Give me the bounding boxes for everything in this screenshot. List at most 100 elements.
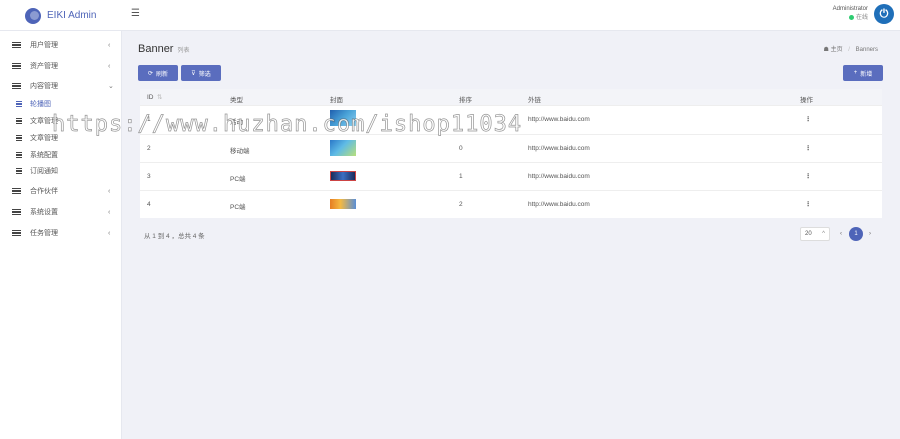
row-link[interactable]: http://www.baidu.com	[528, 145, 590, 152]
sidebar-item-label: 资产管理	[30, 63, 58, 70]
add-label: 新增	[860, 71, 873, 78]
banner-table: ID ⇅ 类型 封面 排序 外链 操作 1 活动 http://www.baid…	[140, 89, 882, 218]
user-name: Administrator	[832, 6, 868, 12]
breadcrumb-separator: /	[848, 47, 850, 53]
page-title: Banner 列表	[138, 43, 190, 55]
logo-icon	[25, 7, 41, 24]
chevron-left-icon: ‹	[108, 41, 111, 49]
page-size-select[interactable]: 20 ^	[800, 227, 830, 241]
list-icon	[12, 41, 21, 49]
list-icon	[12, 208, 21, 216]
sidebar-item-users[interactable]: 用户管理 ‹	[0, 38, 122, 52]
sidebar-item-system[interactable]: 系统设置 ‹	[0, 205, 122, 219]
list-icon	[16, 117, 22, 125]
row-link[interactable]: http://www.baidu.com	[528, 116, 590, 123]
sidebar-item-label: 用户管理	[30, 42, 58, 49]
page-subtitle: 列表	[177, 48, 190, 54]
list-icon	[12, 187, 21, 195]
more-actions-icon[interactable]: ⋮	[805, 200, 812, 208]
row-type: 移动端	[230, 148, 250, 155]
col-type: 类型	[230, 97, 243, 104]
user-status: 在线	[855, 15, 868, 21]
sidebar: 用户管理 ‹ 资产管理 ‹ 内容管理 ⌄ 轮播图 文章管理 文章管理 系统配置 …	[0, 31, 122, 439]
list-icon	[16, 134, 22, 142]
app-title: EIKI Admin	[47, 10, 97, 21]
card-icon	[12, 229, 21, 237]
sidebar-item-label: 系统设置	[30, 209, 58, 216]
chevron-left-icon: ‹	[108, 229, 111, 237]
row-id: 4	[147, 201, 151, 208]
sort-icon[interactable]: ⇅	[157, 93, 162, 101]
table-row: 3 PC端 1 http://www.baidu.com ⋮	[140, 162, 882, 190]
logo[interactable]: EIKI Admin	[0, 0, 123, 31]
chevron-left-icon: ‹	[108, 62, 111, 70]
row-sort: 2	[459, 201, 463, 208]
user-info[interactable]: Administrator 在线	[833, 5, 868, 23]
filter-icon: ⊽	[191, 70, 196, 77]
more-actions-icon[interactable]: ⋮	[805, 144, 812, 152]
prev-page-button[interactable]: ‹	[834, 227, 848, 241]
refresh-label: 刷新	[156, 71, 169, 78]
sidebar-item-config[interactable]: 系统配置	[0, 148, 122, 162]
list-icon	[12, 82, 21, 90]
cover-thumbnail[interactable]	[330, 199, 356, 209]
refresh-icon: ⟳	[147, 70, 153, 77]
chevron-up-icon: ^	[822, 231, 825, 237]
more-actions-icon[interactable]: ⋮	[805, 115, 812, 123]
top-bar: EIKI Admin ☰ Administrator 在线 ⏻	[0, 0, 900, 31]
list-icon	[12, 62, 21, 70]
sidebar-item-label: 内容管理	[30, 83, 58, 90]
sidebar-item-label: 任务管理	[30, 230, 58, 237]
sidebar-item-label: 系统配置	[30, 152, 58, 159]
col-link: 外链	[528, 97, 541, 104]
breadcrumb: ☗ 主页 / Banners	[824, 44, 878, 53]
row-link[interactable]: http://www.baidu.com	[528, 173, 590, 180]
table-header: ID ⇅ 类型 封面 排序 外链 操作	[140, 89, 882, 105]
pagination-summary: 从 1 到 4 ，总共 4 条	[144, 233, 205, 240]
filter-button[interactable]: ⊽ 筛选	[181, 65, 221, 81]
col-sort: 排序	[459, 97, 472, 104]
row-sort: 0	[459, 145, 463, 152]
cover-thumbnail[interactable]	[330, 171, 356, 181]
more-actions-icon[interactable]: ⋮	[805, 172, 812, 180]
chevron-down-icon: ⌄	[108, 83, 114, 90]
next-page-button[interactable]: ›	[863, 227, 877, 241]
sidebar-item-label: 合作伙伴	[30, 188, 58, 195]
menu-icon[interactable]: ☰	[131, 8, 140, 19]
chevron-left-icon: ‹	[108, 187, 111, 195]
row-type: PC端	[230, 176, 246, 183]
sidebar-item-content[interactable]: 内容管理 ⌄	[0, 79, 122, 93]
col-actions: 操作	[800, 97, 813, 104]
bar-chart-icon	[16, 167, 22, 175]
power-icon[interactable]: ⏻	[874, 4, 894, 24]
sidebar-item-tasks[interactable]: 任务管理 ‹	[0, 226, 122, 240]
list-icon	[16, 100, 22, 108]
page-1-button[interactable]: 1	[849, 227, 863, 241]
online-dot-icon	[848, 14, 854, 20]
bar-chart-icon	[16, 151, 22, 159]
sidebar-item-label: 订阅通知	[30, 168, 58, 175]
table-row: 2 移动端 0 http://www.baidu.com ⋮	[140, 134, 882, 162]
row-id: 3	[147, 173, 151, 180]
sidebar-item-assets[interactable]: 资产管理 ‹	[0, 59, 122, 73]
row-sort: 1	[459, 173, 463, 180]
cover-thumbnail[interactable]	[330, 140, 356, 156]
sidebar-item-label: 轮播图	[30, 101, 51, 108]
breadcrumb-current: Banners	[855, 47, 878, 53]
chevron-left-icon: ‹	[108, 208, 111, 216]
page-size-value: 20	[805, 231, 812, 237]
filter-label: 筛选	[198, 71, 211, 78]
row-link[interactable]: http://www.baidu.com	[528, 201, 590, 208]
home-icon: ☗	[823, 47, 829, 53]
watermark: https://www.huzhan.com/ishop11034	[52, 112, 523, 138]
row-type: PC端	[230, 204, 246, 211]
sidebar-item-partners[interactable]: 合作伙伴 ‹	[0, 184, 122, 198]
refresh-button[interactable]: ⟳ 刷新	[138, 65, 178, 81]
sidebar-item-banner[interactable]: 轮播图	[0, 97, 122, 111]
plus-icon: +	[853, 70, 858, 76]
sidebar-item-notify[interactable]: 订阅通知	[0, 164, 122, 178]
breadcrumb-home[interactable]: 主页	[831, 47, 843, 53]
row-id: 2	[147, 145, 151, 152]
add-button[interactable]: + 新增	[843, 65, 883, 81]
col-id[interactable]: ID	[147, 94, 154, 101]
